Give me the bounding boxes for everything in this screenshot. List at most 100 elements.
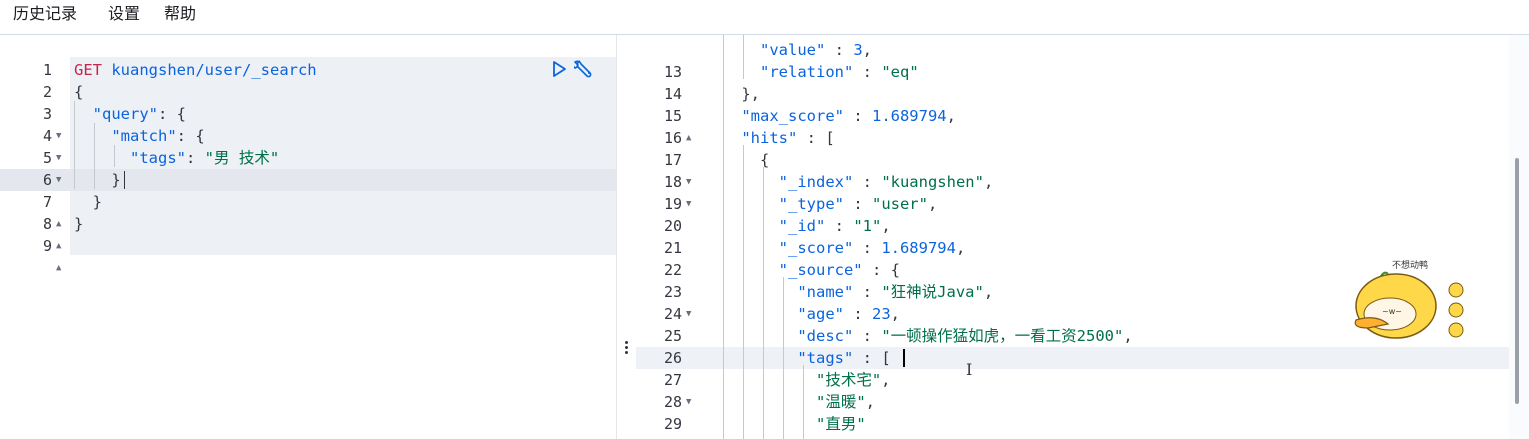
request-url: kuangshen/user/_search — [111, 61, 317, 79]
code-text: , — [881, 371, 891, 389]
json-string: "1" — [853, 217, 882, 235]
json-key: "max_score" — [741, 107, 844, 125]
json-number: 23 — [872, 305, 891, 323]
menu-bar: 历史记录 设置 帮助 — [0, 0, 1529, 35]
json-string: "kuangshen" — [881, 173, 984, 191]
menu-item-help[interactable]: 帮助 — [164, 3, 196, 25]
code-text: , — [946, 107, 956, 125]
code-line: 14 "relation" : "eq" — [636, 61, 1529, 103]
code-text: : — [186, 149, 205, 167]
code-line: 16 "max_score" : 1.689794, — [636, 105, 1529, 147]
json-key: "_source" — [778, 261, 863, 279]
json-key: "tags" — [130, 149, 186, 167]
code-text: }, — [741, 85, 760, 103]
text-cursor — [903, 349, 905, 367]
json-key: "_index" — [778, 173, 854, 191]
json-key: "match" — [111, 127, 177, 145]
code-text: { — [760, 151, 770, 169]
code-text: , — [890, 305, 901, 323]
json-key: "_id" — [778, 217, 826, 235]
json-key: "name" — [797, 283, 854, 301]
code-text: : { — [862, 261, 900, 279]
fold-toggle-icon[interactable]: ▲ — [56, 235, 61, 257]
code-text: : — [825, 41, 854, 59]
line-number: 30 — [636, 435, 682, 439]
code-text: { — [74, 83, 84, 101]
json-key: "age" — [797, 305, 844, 323]
code-text: : — [853, 173, 882, 191]
code-line: 8 ▲ } — [0, 191, 616, 251]
code-text: , — [881, 217, 891, 235]
json-key: "relation" — [760, 63, 854, 81]
json-number: 3 — [853, 41, 863, 59]
code-text: , — [927, 195, 938, 213]
code-text: } — [74, 215, 84, 233]
code-line: 13 "value" : 3, — [636, 39, 1529, 81]
code-line: 27 ▼ "tags" : [ — [636, 347, 1529, 407]
code-text: , — [862, 41, 873, 59]
code-text: , — [1123, 327, 1133, 345]
response-viewer[interactable]: 13 "value" : 3, 14 "relation" : "eq" 15 … — [636, 35, 1529, 439]
code-text: : — [853, 327, 882, 345]
code-text: : — [825, 217, 854, 235]
code-line: 5 ▼ "match": { — [0, 125, 616, 185]
code-line: 30 "直男" — [636, 413, 1529, 439]
json-key: "query" — [92, 105, 158, 123]
code-line: 9 ▲ } — [0, 213, 616, 273]
wrench-icon[interactable] — [574, 58, 596, 80]
code-text: : — [853, 63, 882, 81]
code-line: 28 "技术宅", — [636, 369, 1529, 411]
duck-sticker-icon: ~w~ — [1354, 271, 1464, 339]
menu-item-history[interactable]: 历史记录 — [13, 3, 77, 25]
json-key: "tags" — [797, 349, 854, 367]
code-line: 3 ▼ { — [0, 81, 616, 141]
code-line: 4 ▼ "query": { — [0, 103, 616, 163]
code-line: 29 "温暖", — [636, 391, 1529, 433]
json-string: "一顿操作猛如虎，一看工资2500" — [881, 327, 1124, 345]
code-line: 17 ▼ "hits" : [ — [636, 127, 1529, 187]
code-text: } — [92, 193, 103, 211]
fold-toggle-icon[interactable]: ▲ — [56, 257, 61, 279]
text-cursor-icon: I — [966, 360, 973, 379]
code-line: 21 "_id" : "1", — [636, 215, 1529, 257]
code-text: , — [955, 239, 966, 257]
code-text: : — [843, 107, 872, 125]
pane-resizer[interactable] — [616, 35, 638, 439]
response-scrollbar-track[interactable] — [1509, 35, 1529, 439]
request-editor[interactable]: 1 2 GET kuangshen/user/_search 3 ▼ { 4 ▼… — [0, 35, 616, 439]
code-text: : — [844, 305, 872, 323]
json-key: "_score" — [778, 239, 854, 257]
code-line: 6 "tags": "男 技术" — [0, 147, 616, 189]
code-text: , — [983, 283, 994, 301]
http-method: GET — [74, 61, 102, 79]
code-text: : { — [158, 105, 186, 123]
drag-handle-icon[interactable] — [625, 341, 628, 356]
json-key: "value" — [760, 41, 826, 59]
json-string: "user" — [871, 195, 928, 213]
json-string: "直男" — [815, 415, 866, 433]
code-line: 7 ▲ } — [0, 169, 616, 229]
json-key: "_type" — [778, 195, 844, 213]
code-text: : [ — [853, 349, 891, 367]
menu-item-settings[interactable]: 设置 — [108, 3, 140, 25]
code-text: : — [843, 195, 872, 213]
code-line: 15 ▲ }, — [636, 83, 1529, 143]
json-string: "温暖" — [815, 393, 866, 411]
code-text: , — [983, 173, 994, 191]
code-text: : — [853, 283, 882, 301]
code-text: , — [865, 393, 875, 411]
text-cursor — [124, 171, 125, 189]
json-key: "desc" — [797, 327, 854, 345]
json-number: 1.689794 — [871, 107, 947, 125]
code-text: : { — [176, 127, 205, 145]
play-icon[interactable] — [550, 60, 568, 78]
json-string: "狂神说Java" — [881, 283, 984, 301]
code-text: : [ — [797, 129, 835, 147]
sticker-image: 不想动鸭 ~w~ — [1346, 256, 1476, 348]
code-line: 1 — [0, 37, 616, 79]
line-number: 9 — [42, 237, 52, 255]
response-scrollbar-thumb[interactable] — [1515, 158, 1519, 404]
json-string: "技术宅" — [815, 371, 882, 389]
code-line: 18 ▼ { — [636, 149, 1529, 209]
json-string: "eq" — [881, 63, 919, 81]
